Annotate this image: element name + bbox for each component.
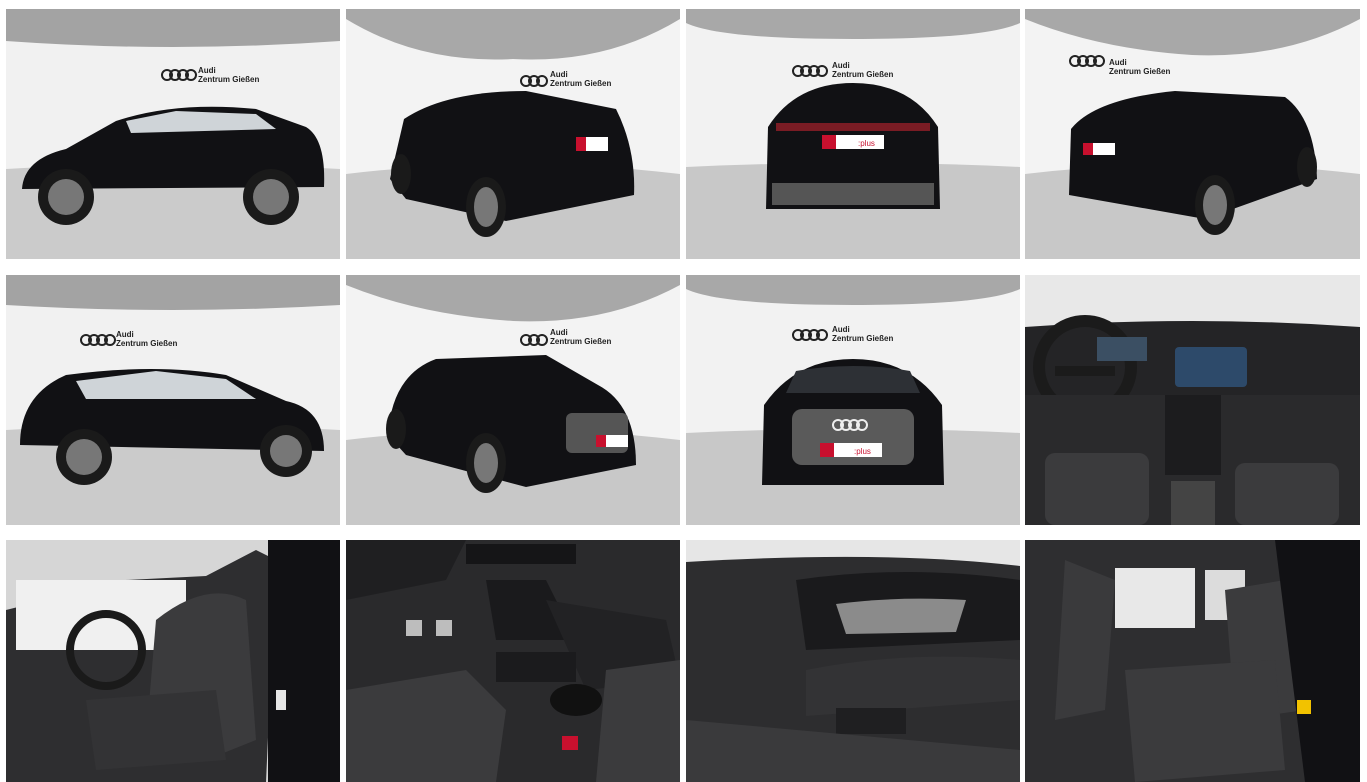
dealer-logo-line2: Zentrum Gießen <box>198 75 259 84</box>
photo-tile-front-seats[interactable] <box>6 540 340 782</box>
car-rear-photo: Audi Zentrum Gießen :plus <box>686 9 1020 259</box>
car-rear-34-photo: Audi Zentrum Gießen <box>346 9 680 259</box>
interior-console-photo <box>346 540 680 782</box>
dealer-logo-line2: Zentrum Gießen <box>832 334 893 343</box>
interior-dashboard-photo <box>1025 275 1360 525</box>
photo-tile-front[interactable]: Audi Zentrum Gießen :plus <box>686 275 1020 525</box>
photo-tile-front-three-quarter[interactable]: Audi Zentrum Gießen <box>346 275 680 525</box>
car-front-photo: Audi Zentrum Gießen :plus <box>686 275 1020 525</box>
photo-tile-rear-three-quarter-left[interactable]: Audi Zentrum Gießen <box>346 9 680 259</box>
car-side-photo: Audi Zentrum Gießen <box>6 275 340 525</box>
dealer-logo-line1: Audi <box>116 330 134 339</box>
dealer-logo-line1: Audi <box>1109 58 1127 67</box>
dealer-logo-line2: Zentrum Gießen <box>116 339 177 348</box>
dealer-logo-line1: Audi <box>832 325 850 334</box>
car-rear-34-photo: Audi Zentrum Gießen <box>1025 9 1360 259</box>
interior-door-photo <box>686 540 1020 782</box>
car-front-34-photo: Audi Zentrum Gießen <box>346 275 680 525</box>
photo-tile-door-panel[interactable] <box>686 540 1020 782</box>
photo-tile-center-console[interactable] <box>346 540 680 782</box>
plate-text: :plus <box>854 447 871 456</box>
car-side-photo: Audi Zentrum Gießen <box>6 9 340 259</box>
photo-tile-rear-seats[interactable] <box>1025 540 1360 782</box>
dealer-logo-line2: Zentrum Gießen <box>832 70 893 79</box>
dealer-logo-line1: Audi <box>550 70 568 79</box>
photo-tile-side-left[interactable]: Audi Zentrum Gießen <box>6 9 340 259</box>
photo-tile-rear[interactable]: Audi Zentrum Gießen :plus <box>686 9 1020 259</box>
dealer-logo-line2: Zentrum Gießen <box>550 337 611 346</box>
dealer-logo-line2: Zentrum Gießen <box>550 79 611 88</box>
photo-gallery-grid: Audi Zentrum Gießen Audi Zentrum Gießen <box>0 0 1367 782</box>
photo-tile-rear-three-quarter-right[interactable]: Audi Zentrum Gießen <box>1025 9 1360 259</box>
dealer-logo-line1: Audi <box>550 328 568 337</box>
dealer-logo-line1: Audi <box>832 61 850 70</box>
plate-text: :plus <box>858 139 875 148</box>
photo-tile-dashboard[interactable] <box>1025 275 1360 525</box>
photo-tile-side-right[interactable]: Audi Zentrum Gießen <box>6 275 340 525</box>
interior-seats-photo <box>6 540 340 782</box>
dealer-logo-line2: Zentrum Gießen <box>1109 67 1170 76</box>
dealer-logo-line1: Audi <box>198 66 216 75</box>
interior-rear-seats-photo <box>1025 540 1360 782</box>
